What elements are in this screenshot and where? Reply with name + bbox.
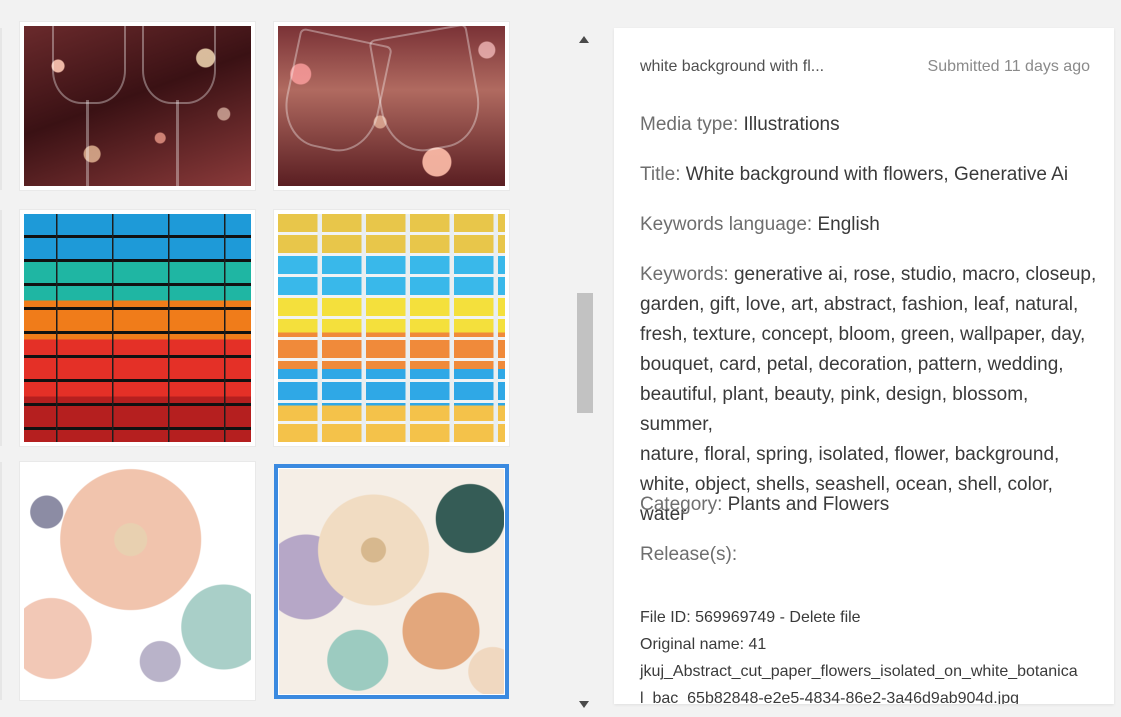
category-label: Category: <box>640 494 723 515</box>
thumbnail-champagne-2[interactable] <box>274 22 509 190</box>
thumbnail-image <box>278 26 505 186</box>
keywords-language-value: English <box>817 214 880 235</box>
filename-line: l_bac_65b82848-e2e5-4834-86e2-3a46d9ab90… <box>640 690 1020 704</box>
file-details-panel: white background with fl... Submitted 11… <box>614 28 1114 704</box>
media-type-label: Media type: <box>640 114 739 135</box>
keywords-line: bouquet, card, petal, decoration, patter… <box>640 354 1064 375</box>
filename-line: jkuj_Abstract_cut_paper_flowers_isolated… <box>640 663 1078 680</box>
thumbnail-grid <box>0 0 574 717</box>
keywords-line: beautiful, plant, beauty, pink, design, … <box>640 384 1029 435</box>
releases-label: Release(s): <box>640 544 738 565</box>
thumbnail-paper-flowers-2-selected[interactable] <box>274 464 509 699</box>
thumbnail-image <box>24 466 251 696</box>
category-value: Plants and Flowers <box>727 494 890 515</box>
keywords-label: Keywords: <box>640 264 729 285</box>
keywords-language-field: Keywords language: English <box>640 210 1100 240</box>
keywords-line: garden, gift, love, art, abstract, fashi… <box>640 294 1079 315</box>
original-name-line: Original name: 41 <box>640 636 767 653</box>
releases-field: Release(s): <box>640 540 1100 570</box>
asset-short-title: white background with fl... <box>640 58 825 75</box>
thumbnail-champagne-1[interactable] <box>20 22 255 190</box>
title-field: Title: White background with flowers, Ge… <box>640 160 1100 190</box>
file-id-line[interactable]: File ID: 569969749 - Delete file <box>640 604 1100 631</box>
thumbnail-image <box>24 214 251 442</box>
scroll-down-arrow-icon[interactable] <box>579 701 589 708</box>
thumbnail-image <box>278 214 505 442</box>
scrollbar-thumb[interactable] <box>577 293 593 413</box>
keywords-line: nature, floral, spring, isolated, flower… <box>640 444 1060 465</box>
media-type-value: Illustrations <box>743 114 840 135</box>
scroll-up-arrow-icon[interactable] <box>579 36 589 43</box>
partial-thumbnail-edge <box>0 210 2 446</box>
vertical-scrollbar[interactable] <box>574 28 596 717</box>
thumbnail-image <box>279 469 504 694</box>
category-field: Category: Plants and Flowers <box>640 490 1100 520</box>
file-info: File ID: 569969749 - Delete file Origina… <box>640 604 1100 704</box>
media-type-field: Media type: Illustrations <box>640 110 1100 140</box>
keywords-line: generative ai, rose, studio, macro, clos… <box>733 264 1097 285</box>
title-value: White background with flowers, Generativ… <box>685 164 1069 185</box>
partial-thumbnail-edge <box>0 28 2 190</box>
thumbnail-image <box>24 26 251 186</box>
title-label: Title: <box>640 164 681 185</box>
thumbnail-paper-flowers-1[interactable] <box>20 462 255 700</box>
partial-thumbnail-edge <box>0 462 2 700</box>
keywords-line: fresh, texture, concept, bloom, green, w… <box>640 324 1086 345</box>
thumbnail-bricks-1[interactable] <box>20 210 255 446</box>
panel-header: white background with fl... Submitted 11… <box>640 58 1090 80</box>
submitted-status: Submitted 11 days ago <box>927 58 1090 75</box>
keywords-language-label: Keywords language: <box>640 214 813 235</box>
thumbnail-bricks-2[interactable] <box>274 210 509 446</box>
